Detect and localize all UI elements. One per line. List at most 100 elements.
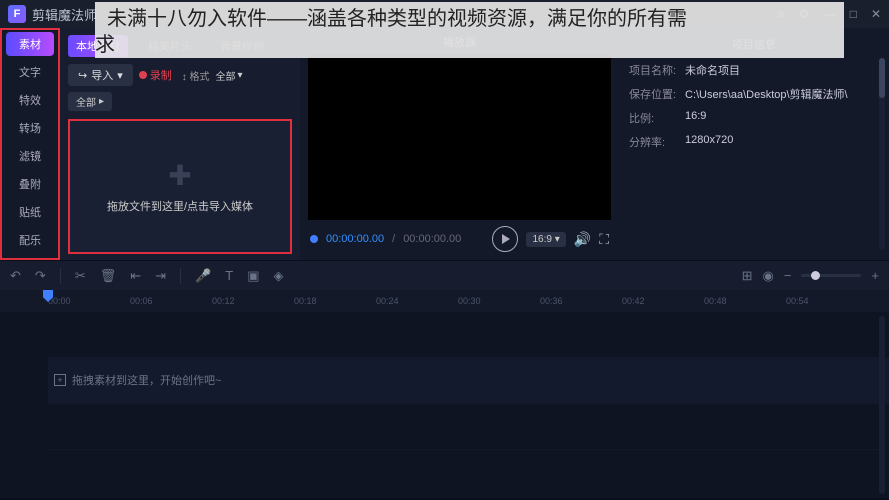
video-preview[interactable] — [308, 54, 611, 220]
nav-material[interactable]: 素材 — [6, 32, 54, 56]
filter-all-label: 全部 — [76, 94, 96, 109]
info-label: 分辨率: — [629, 134, 685, 150]
player-panel: 播放器 00:00:00.00 / 00:00:00.00 16:9 ▾ 🔊 ⛶ — [300, 28, 619, 260]
ruler-mark: 00:48 — [704, 296, 727, 306]
tool-icon[interactable]: ◈ — [273, 268, 283, 284]
zoom-slider[interactable] — [801, 274, 861, 277]
ratio-value: 16:9 — [685, 110, 879, 126]
duration: 00:00:00.00 — [403, 233, 461, 245]
ruler-mark: 00:42 — [622, 296, 645, 306]
format-dropdown[interactable]: 全部 ▾ — [216, 68, 243, 83]
track-spacer — [48, 312, 889, 358]
dropzone-text: 拖放文件到这里/点击导入媒体 — [107, 198, 253, 214]
player-controls: 00:00:00.00 / 00:00:00.00 16:9 ▾ 🔊 ⛶ — [308, 222, 611, 256]
zoom-in-icon[interactable]: + — [871, 268, 879, 283]
progress-handle[interactable] — [310, 235, 318, 243]
nav-effects[interactable]: 特效 — [2, 86, 58, 114]
nav-music[interactable]: 配乐 — [2, 226, 58, 254]
timeline-scrollbar[interactable] — [879, 316, 885, 494]
play-icon — [502, 234, 510, 244]
timeline-toolbar: ↶ ↷ ✂ 🗑 ⇤ ⇥ 🎤 T ▣ ◈ ⊞ ◉ − + — [0, 260, 889, 290]
current-time: 00:00:00.00 — [326, 233, 384, 245]
media-dropzone[interactable]: ✚ 拖放文件到这里/点击导入媒体 — [68, 119, 292, 254]
plus-box-icon: + — [54, 374, 66, 386]
info-row-ratio: 比例: 16:9 — [629, 110, 879, 126]
plus-icon: ✚ — [168, 159, 191, 192]
split-left-icon[interactable]: ⇤ — [130, 268, 141, 284]
text-icon[interactable]: T — [225, 268, 233, 283]
material-panel: 本地素材 精美片头 背景样例 ↪ 导入 ▾ 录制 ↕ 格式 全部 ▾ 全部 ▸ — [60, 28, 300, 260]
zoom-handle[interactable] — [811, 271, 820, 280]
split-right-icon[interactable]: ⇥ — [155, 268, 166, 284]
close-button[interactable]: ✕ — [871, 7, 881, 21]
divider — [60, 268, 61, 284]
format-label: ↕ 格式 — [182, 68, 210, 83]
fullscreen-icon[interactable]: ⛶ — [599, 231, 609, 248]
project-name-value: 未命名项目 — [685, 62, 879, 78]
volume-icon[interactable]: 🔊 — [574, 231, 591, 248]
delete-icon[interactable]: 🗑 — [100, 268, 117, 284]
ruler-mark: 00:18 — [294, 296, 317, 306]
record-dot-icon — [139, 71, 147, 79]
nav-overlay[interactable]: 叠附 — [2, 170, 58, 198]
overlay-text-2: 求 — [95, 32, 115, 58]
undo-icon[interactable]: ↶ — [10, 268, 21, 284]
info-row-resolution: 分辨率: 1280x720 — [629, 134, 879, 150]
filter-row: 全部 ▸ — [68, 92, 292, 111]
play-button[interactable] — [492, 226, 518, 252]
left-nav: 素材 文字 特效 转场 滤镜 叠附 贴纸 配乐 — [0, 28, 60, 260]
cut-icon[interactable]: ✂ — [75, 268, 86, 284]
import-arrow-icon: ↪ — [78, 69, 87, 82]
time-separator: / — [392, 233, 395, 245]
maximize-button[interactable]: □ — [850, 7, 857, 21]
redo-icon[interactable]: ↷ — [35, 268, 46, 284]
overlay-text-1: 未满十八勿入软件——涵盖各种类型的视频资源，满足你的所有需 — [107, 8, 687, 30]
ruler-mark: 00:36 — [540, 296, 563, 306]
app-title: 剪辑魔法师 — [32, 5, 97, 24]
nav-sticker[interactable]: 贴纸 — [2, 198, 58, 226]
info-label: 项目名称: — [629, 62, 685, 78]
track-empty — [48, 404, 889, 450]
divider — [180, 268, 181, 284]
overlay-banner: 未满十八勿入软件——涵盖各种类型的视频资源，满足你的所有需 求 — [95, 2, 844, 58]
info-scrollbar[interactable] — [879, 58, 885, 250]
format-value: 全部 — [216, 68, 236, 83]
project-info-panel: 项目信息 项目名称: 未命名项目 保存位置: C:\Users\aa\Deskt… — [619, 28, 889, 260]
nav-transition[interactable]: 转场 — [2, 114, 58, 142]
save-path-value: C:\Users\aa\Desktop\剪辑魔法师\ — [685, 86, 879, 102]
nav-filter[interactable]: 滤镜 — [2, 142, 58, 170]
info-label: 比例: — [629, 110, 685, 126]
ruler-mark: 00:12 — [212, 296, 235, 306]
marker-icon[interactable]: ◉ — [762, 268, 773, 284]
video-track[interactable]: + 拖拽素材到这里，开始创作吧~ — [48, 358, 889, 404]
timeline-toolbar-right: ⊞ ◉ − + — [742, 268, 879, 284]
main-area: 素材 文字 特效 转场 滤镜 叠附 贴纸 配乐 本地素材 精美片头 背景样例 ↪… — [0, 28, 889, 260]
mic-icon[interactable]: 🎤 — [195, 268, 211, 284]
info-label: 保存位置: — [629, 86, 685, 102]
import-button[interactable]: ↪ 导入 ▾ — [68, 64, 133, 86]
chevron-right-icon: ▸ — [99, 96, 104, 107]
ruler-mark: 00:06 — [130, 296, 153, 306]
filter-all-chip[interactable]: 全部 ▸ — [68, 92, 112, 111]
import-label: 导入 — [91, 67, 113, 83]
record-label: 录制 — [150, 67, 172, 83]
scrollbar-thumb[interactable] — [879, 58, 885, 98]
timeline-tracks[interactable]: + 拖拽素材到这里，开始创作吧~ — [0, 312, 889, 498]
chevron-down-icon: ▾ — [238, 70, 243, 81]
aspect-ratio-selector[interactable]: 16:9 ▾ — [526, 232, 565, 247]
track-placeholder: + 拖拽素材到这里，开始创作吧~ — [54, 372, 221, 388]
resolution-value: 1280x720 — [685, 134, 879, 150]
crop-icon[interactable]: ▣ — [247, 268, 259, 284]
timeline-ruler[interactable]: 00:00 00:06 00:12 00:18 00:24 00:30 00:3… — [0, 290, 889, 312]
zoom-out-icon[interactable]: − — [784, 268, 792, 283]
ruler-mark: 00:24 — [376, 296, 399, 306]
info-row-name: 项目名称: 未命名项目 — [629, 62, 879, 78]
snap-icon[interactable]: ⊞ — [742, 268, 753, 284]
ruler-mark: 00:30 — [458, 296, 481, 306]
chevron-down-icon: ▾ — [117, 69, 123, 82]
playhead[interactable] — [48, 290, 49, 312]
record-button[interactable]: 录制 — [139, 67, 172, 83]
track-placeholder-text: 拖拽素材到这里，开始创作吧~ — [72, 372, 221, 388]
material-toolbar: ↪ 导入 ▾ 录制 ↕ 格式 全部 ▾ — [68, 64, 292, 86]
nav-text[interactable]: 文字 — [2, 58, 58, 86]
